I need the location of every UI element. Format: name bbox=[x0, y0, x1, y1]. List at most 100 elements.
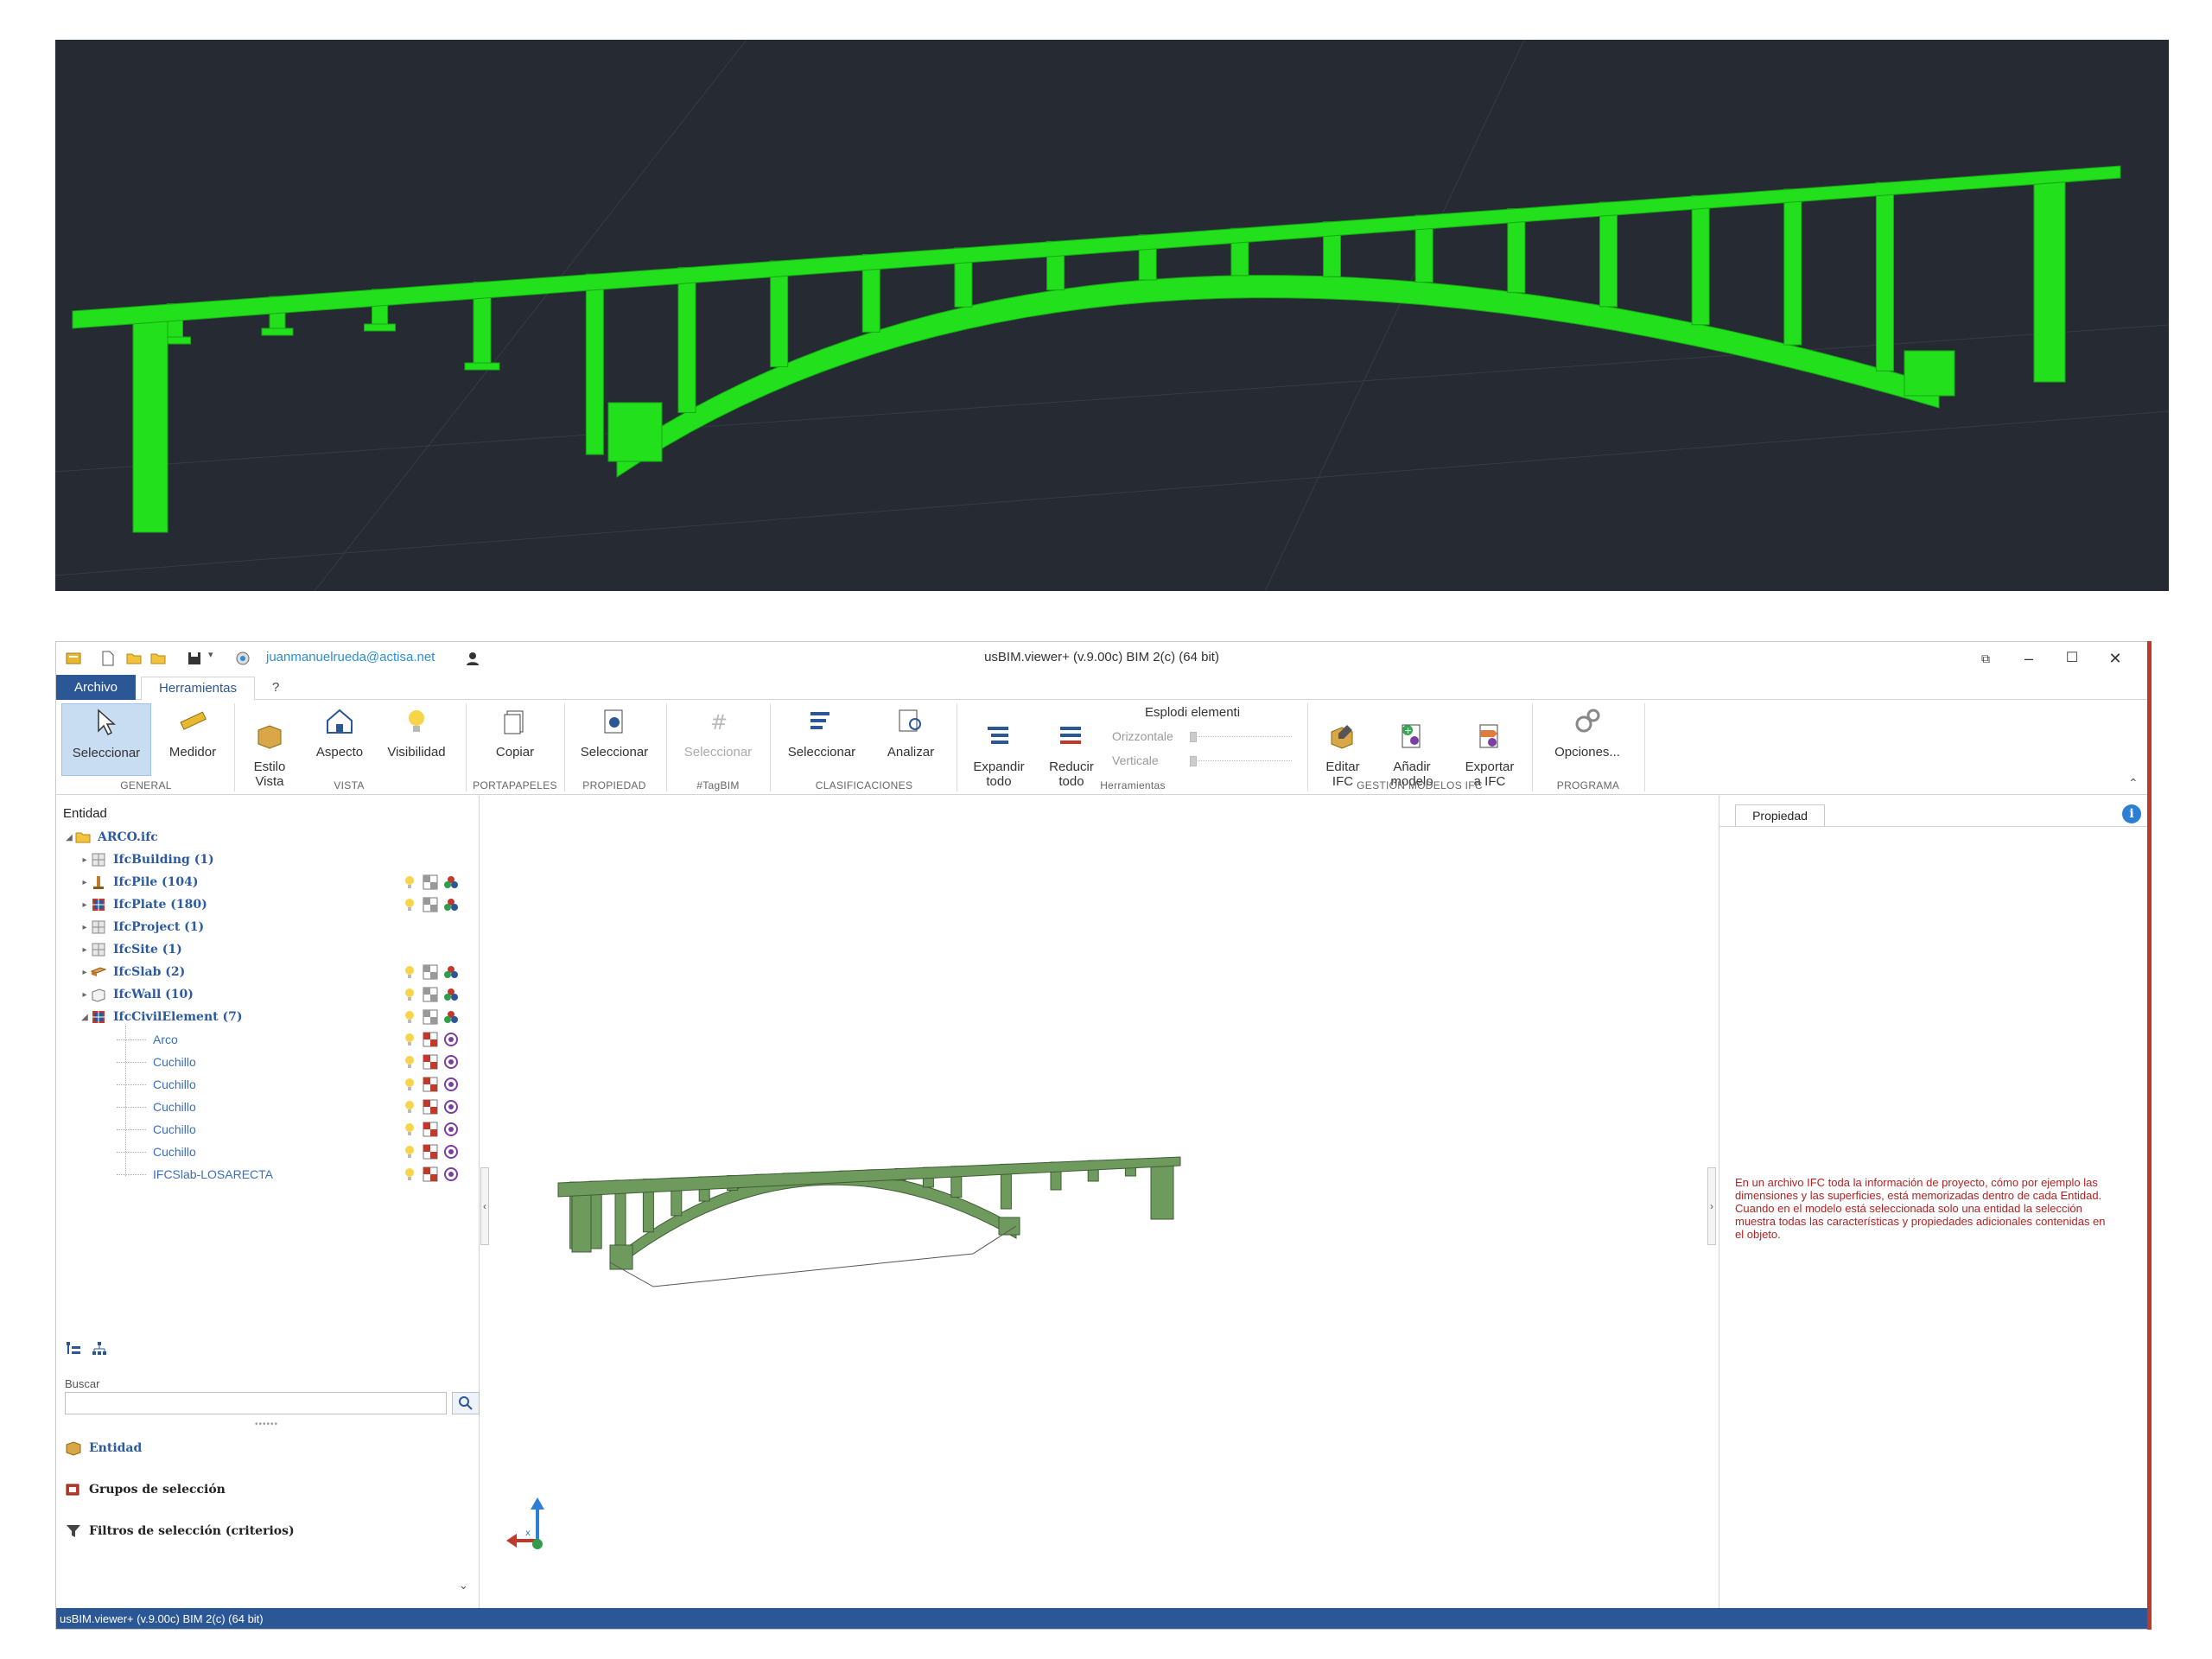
tree-node[interactable]: ▸ IfcSite (1) bbox=[79, 939, 181, 960]
transparency-checker-icon[interactable] bbox=[423, 897, 438, 912]
visibilidad-button[interactable]: Visibilidad bbox=[378, 703, 455, 776]
slider-thumb[interactable] bbox=[1190, 732, 1197, 742]
collapse-arrow-icon[interactable]: ◢ bbox=[79, 1013, 91, 1022]
visibility-bulb-icon[interactable] bbox=[402, 1077, 417, 1092]
seleccionar-clasificacion-button[interactable]: Seleccionar bbox=[777, 703, 867, 776]
anadir-modelo-button[interactable]: + Añadir modelo bbox=[1375, 703, 1449, 789]
transparency-checker-icon[interactable] bbox=[423, 1032, 438, 1047]
visibility-bulb-icon[interactable] bbox=[402, 1144, 417, 1160]
color-circles-icon[interactable] bbox=[443, 964, 459, 980]
expand-arrow-icon[interactable]: ▸ bbox=[79, 968, 91, 977]
accordion-grupos[interactable]: Grupos de selección bbox=[65, 1478, 226, 1501]
tab-herramientas[interactable]: Herramientas bbox=[141, 677, 255, 701]
3d-viewport[interactable]: ‹ x › bbox=[480, 796, 1718, 1608]
tree-node[interactable]: ▸ IfcBuilding (1) bbox=[79, 849, 213, 870]
transparency-checker-icon[interactable] bbox=[423, 1166, 438, 1182]
orizzontale-slider[interactable] bbox=[1190, 732, 1292, 745]
seleccionar-tagbim-button[interactable]: # Seleccionar bbox=[671, 703, 765, 776]
transparency-checker-icon[interactable] bbox=[423, 1077, 438, 1092]
slider-thumb[interactable] bbox=[1190, 756, 1197, 766]
expandir-todo-button[interactable]: Expandir todo bbox=[963, 703, 1034, 789]
color-circles-icon[interactable] bbox=[443, 987, 459, 1002]
visibility-bulb-icon[interactable] bbox=[402, 1099, 417, 1115]
tree-node[interactable]: ▸ IfcWall (10) bbox=[79, 984, 194, 1005]
collapse-arrow-icon[interactable]: ◢ bbox=[63, 833, 75, 842]
color-target-icon[interactable] bbox=[443, 1144, 459, 1160]
tree-node[interactable]: ◢ IfcCivilElement (7) bbox=[79, 1007, 242, 1027]
color-target-icon[interactable] bbox=[443, 1077, 459, 1092]
aspecto-button[interactable]: Aspecto bbox=[305, 703, 374, 776]
transparency-checker-icon[interactable] bbox=[423, 874, 438, 890]
tab-help[interactable]: ? bbox=[272, 675, 279, 700]
tree-leaf[interactable]: Cuchillo bbox=[117, 1119, 196, 1140]
visibility-bulb-icon[interactable] bbox=[402, 987, 417, 1002]
seleccionar-propiedad-button[interactable]: Seleccionar bbox=[571, 703, 658, 776]
visibility-bulb-icon[interactable] bbox=[402, 1032, 417, 1047]
expand-arrow-icon[interactable]: ▸ bbox=[79, 900, 91, 910]
medidor-button[interactable]: Medidor bbox=[158, 703, 227, 776]
accordion-entidad[interactable]: Entidad bbox=[65, 1437, 142, 1459]
collapse-ribbon-icon[interactable]: ⌃ bbox=[2128, 776, 2139, 791]
color-circles-icon[interactable] bbox=[443, 1009, 459, 1025]
bridge-model-view[interactable] bbox=[480, 796, 1718, 1608]
color-circles-icon[interactable] bbox=[443, 897, 459, 912]
tree-node[interactable]: ▸ IfcSlab (2) bbox=[79, 962, 185, 982]
tree-leaf[interactable]: Cuchillo bbox=[117, 1141, 196, 1162]
opciones-button[interactable]: Opciones... bbox=[1539, 703, 1636, 776]
color-target-icon[interactable] bbox=[443, 1054, 459, 1070]
transparency-checker-icon[interactable] bbox=[423, 1009, 438, 1025]
tree-root[interactable]: ◢ ARCO.ifc bbox=[63, 827, 158, 848]
color-target-icon[interactable] bbox=[443, 1166, 459, 1182]
tree-view-icon[interactable] bbox=[65, 1340, 82, 1357]
visibility-bulb-icon[interactable] bbox=[402, 874, 417, 890]
color-target-icon[interactable] bbox=[443, 1099, 459, 1115]
analizar-button[interactable]: Analizar bbox=[872, 703, 950, 776]
accordion-filtros[interactable]: Filtros de selección (criterios) bbox=[65, 1520, 295, 1542]
transparency-checker-icon[interactable] bbox=[423, 987, 438, 1002]
collapse-right-panel-button[interactable]: › bbox=[1707, 1167, 1716, 1245]
estilo-vista-button[interactable]: Estilo Vista bbox=[239, 703, 300, 789]
tree-node[interactable]: ▸ IfcProject (1) bbox=[79, 917, 204, 938]
exportar-ifc-button[interactable]: Exportar a IFC bbox=[1452, 703, 1527, 789]
expand-arrow-icon[interactable]: ▸ bbox=[79, 878, 91, 887]
visibility-bulb-icon[interactable] bbox=[402, 1054, 417, 1070]
maximize-button[interactable]: ☐ bbox=[2052, 645, 2092, 671]
transparency-checker-icon[interactable] bbox=[423, 1099, 438, 1115]
expand-arrow-icon[interactable]: ▸ bbox=[79, 945, 91, 955]
tree-leaf[interactable]: Cuchillo bbox=[117, 1074, 196, 1095]
tree-node[interactable]: ▸ IfcPlate (180) bbox=[79, 894, 207, 915]
search-input[interactable] bbox=[65, 1392, 447, 1414]
tree-leaf[interactable]: Cuchillo bbox=[117, 1052, 196, 1072]
copiar-button[interactable]: Copiar bbox=[476, 703, 554, 776]
tree-leaf[interactable]: IFCSlab-LOSARECTA bbox=[117, 1164, 273, 1185]
visibility-bulb-icon[interactable] bbox=[402, 1122, 417, 1137]
verticale-slider[interactable] bbox=[1190, 756, 1292, 769]
tree-node[interactable]: ▸ IfcPile (104) bbox=[79, 872, 199, 893]
visibility-bulb-icon[interactable] bbox=[402, 1009, 417, 1025]
transparency-checker-icon[interactable] bbox=[423, 964, 438, 980]
axis-gizmo-icon[interactable]: x bbox=[506, 1497, 569, 1554]
info-icon[interactable]: i bbox=[2122, 804, 2141, 823]
transparency-checker-icon[interactable] bbox=[423, 1122, 438, 1137]
close-button[interactable]: ✕ bbox=[2095, 645, 2135, 671]
editar-ifc-button[interactable]: Editar IFC bbox=[1314, 703, 1371, 789]
color-circles-icon[interactable] bbox=[443, 874, 459, 890]
visibility-bulb-icon[interactable] bbox=[402, 1166, 417, 1182]
hierarchy-view-icon[interactable] bbox=[91, 1340, 108, 1357]
tab-propiedad[interactable]: Propiedad bbox=[1735, 804, 1825, 827]
restore-layout-icon[interactable]: ⧉ bbox=[1966, 645, 2005, 671]
transparency-checker-icon[interactable] bbox=[423, 1054, 438, 1070]
visibility-bulb-icon[interactable] bbox=[402, 897, 417, 912]
transparency-checker-icon[interactable] bbox=[423, 1144, 438, 1160]
chevron-down-icon[interactable]: ⌄ bbox=[459, 1579, 468, 1592]
tree-leaf[interactable]: Cuchillo bbox=[117, 1096, 196, 1117]
seleccionar-button[interactable]: Seleccionar bbox=[61, 703, 151, 776]
tab-archivo[interactable]: Archivo bbox=[56, 675, 136, 700]
reducir-todo-button[interactable]: Reducir todo bbox=[1038, 703, 1105, 789]
visibility-bulb-icon[interactable] bbox=[402, 964, 417, 980]
color-target-icon[interactable] bbox=[443, 1032, 459, 1047]
splitter-grip[interactable]: •••••• bbox=[255, 1420, 278, 1429]
expand-arrow-icon[interactable]: ▸ bbox=[79, 855, 91, 865]
minimize-button[interactable]: – bbox=[2009, 645, 2049, 671]
search-button[interactable] bbox=[452, 1392, 480, 1414]
